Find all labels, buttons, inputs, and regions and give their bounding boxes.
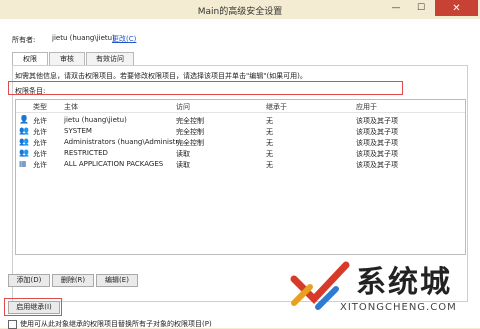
user-icon: 👤 <box>19 115 29 124</box>
column-inherited-from[interactable]: 继承于 <box>266 102 287 112</box>
table-row[interactable]: 👤 允许 jietu (huang\jietu) 完全控制 无 该项及其子项 <box>16 115 465 126</box>
table-row[interactable]: 👥 允许 SYSTEM 完全控制 无 该项及其子项 <box>16 126 465 137</box>
column-principal[interactable]: 主体 <box>64 102 78 112</box>
selected-row-highlight <box>8 81 403 95</box>
permission-entries-table[interactable]: 类型 主体 访问 继承于 应用于 👤 允许 jietu (huang\jietu… <box>15 99 466 255</box>
column-type[interactable]: 类型 <box>33 102 47 112</box>
table-row[interactable]: 👥 允许 Administrators (huang\Administr... … <box>16 137 465 148</box>
watermark-text: 系统城 <box>356 265 452 300</box>
group-icon: 👥 <box>19 126 29 135</box>
package-icon: ▦ <box>19 159 27 168</box>
cell-principal: RESTRICTED <box>64 149 108 157</box>
cell-type: 允许 <box>33 161 47 169</box>
cell-access: 完全控制 <box>176 139 204 147</box>
cell-applies: 该项及其子项 <box>356 139 398 147</box>
cell-inherited: 无 <box>266 117 273 125</box>
replace-child-permissions-checkbox[interactable] <box>8 319 17 329</box>
cell-principal: Administrators (huang\Administr... <box>64 138 185 146</box>
info-text: 如需其他信息，请双击权限项目。若要修改权限项目，请选择该项目并单击"编辑"(如果… <box>15 72 307 80</box>
cell-principal: jietu (huang\jietu) <box>64 116 127 124</box>
edit-button[interactable]: 编辑(E) <box>96 274 138 287</box>
add-button[interactable]: 添加(D) <box>8 274 50 287</box>
column-access[interactable]: 访问 <box>176 102 190 112</box>
watermark-url: XITONGCHENG.COM <box>340 302 457 313</box>
delete-button[interactable]: 删除(R) <box>52 274 94 287</box>
cell-access: 完全控制 <box>176 117 204 125</box>
table-header: 类型 主体 访问 继承于 应用于 <box>16 100 465 113</box>
cell-applies: 该项及其子项 <box>356 161 398 169</box>
table-row[interactable]: ▦ 允许 ALL APPLICATION PACKAGES 读取 无 该项及其子… <box>16 159 465 170</box>
tab-effective-access[interactable]: 有效访问 <box>86 52 134 65</box>
table-row[interactable]: 👥 允许 RESTRICTED 读取 无 该项及其子项 <box>16 148 465 159</box>
checkbox-label: 使用可从此对象继承的权限项目替换所有子对象的权限项目(P) <box>20 320 212 328</box>
owner-value: jietu (huang\jietu) <box>52 34 115 42</box>
cell-applies: 该项及其子项 <box>356 117 398 125</box>
column-applies-to[interactable]: 应用于 <box>356 102 377 112</box>
change-owner-link[interactable]: 更改(C) <box>112 34 136 44</box>
tab-permissions[interactable]: 权限 <box>12 52 48 66</box>
cell-type: 允许 <box>33 128 47 136</box>
cell-inherited: 无 <box>266 161 273 169</box>
cell-principal: ALL APPLICATION PACKAGES <box>64 160 164 168</box>
group-icon: 👥 <box>19 137 29 146</box>
cell-type: 允许 <box>33 139 47 147</box>
cell-principal: SYSTEM <box>64 127 92 135</box>
cell-inherited: 无 <box>266 139 273 147</box>
window-title: Main的高级安全设置 <box>197 7 283 17</box>
cell-type: 允许 <box>33 150 47 158</box>
enable-inheritance-button[interactable]: 启用继承(I) <box>8 301 60 314</box>
cell-access: 读取 <box>176 161 190 169</box>
owner-label: 所有者: <box>12 36 36 44</box>
cell-access: 读取 <box>176 150 190 158</box>
cell-applies: 该项及其子项 <box>356 150 398 158</box>
watermark: 系统城 XITONGCHENG.COM <box>282 255 480 328</box>
cell-type: 允许 <box>33 117 47 125</box>
title-bar: Main的高级安全设置 — ☐ ✕ <box>0 0 480 19</box>
cell-inherited: 无 <box>266 150 273 158</box>
cell-access: 完全控制 <box>176 128 204 136</box>
close-button[interactable]: ✕ <box>435 0 478 16</box>
tab-auditing[interactable]: 审核 <box>49 52 85 65</box>
cell-inherited: 无 <box>266 128 273 136</box>
group-icon: 👥 <box>19 148 29 157</box>
maximize-button[interactable]: ☐ <box>409 0 433 16</box>
cell-applies: 该项及其子项 <box>356 128 398 136</box>
minimize-button[interactable]: — <box>384 0 408 16</box>
